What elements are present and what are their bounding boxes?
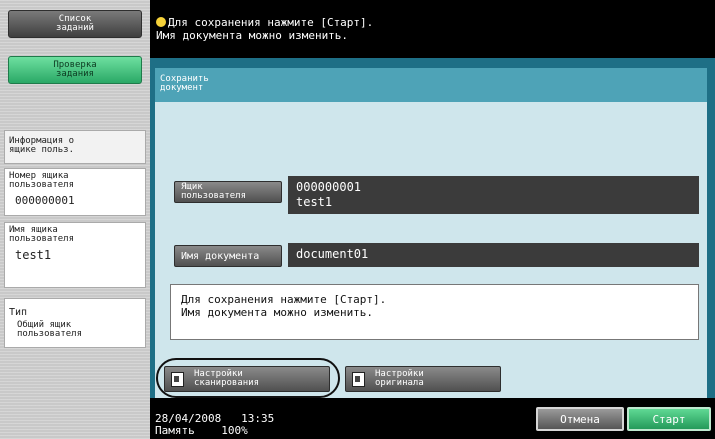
original-settings-label: Настройки оригинала: [375, 369, 424, 388]
document-name-field[interactable]: document01: [288, 243, 699, 267]
box-number-value: 000000001: [15, 194, 75, 207]
scan-settings-button[interactable]: Настройки сканирования: [164, 366, 330, 392]
check-job-button[interactable]: Проверка задания: [8, 56, 142, 84]
memory-value: 100%: [221, 424, 248, 437]
box-number-card: Номер ящика пользователя 000000001: [4, 168, 146, 216]
top-message-text: Для сохранения нажмите [Старт]. Имя доку…: [156, 16, 374, 42]
user-box-field: 000000001 test1: [288, 176, 699, 214]
box-name-value: test1: [15, 248, 52, 262]
scan-settings-icon: [171, 371, 184, 387]
document-name-button[interactable]: Имя документа: [174, 245, 282, 267]
panel-title: Сохранить документ: [155, 68, 707, 102]
user-box-info-heading: Информация о ящике польз.: [4, 130, 146, 164]
user-box-button[interactable]: Ящик пользователя: [174, 181, 282, 203]
start-button[interactable]: Старт: [627, 407, 711, 431]
top-message-bar: Для сохранения нажмите [Старт]. Имя доку…: [150, 0, 715, 58]
memory-label: Память: [155, 424, 195, 437]
box-type-card: Тип Общий ящик пользователя: [4, 298, 146, 348]
instruction-message: Для сохранения нажмите [Старт]. Имя доку…: [170, 284, 699, 340]
box-name-label: Имя ящика пользователя: [9, 225, 75, 244]
lightbulb-icon: [156, 17, 166, 27]
scan-settings-label: Настройки сканирования: [194, 369, 260, 388]
status-info: 28/04/2008 13:35 Память 100%: [155, 413, 274, 437]
box-name-card: Имя ящика пользователя test1: [4, 222, 146, 288]
box-number-label: Номер ящика пользователя: [9, 171, 75, 190]
jobs-list-button[interactable]: Список заданий: [8, 10, 142, 38]
cancel-button[interactable]: Отмена: [536, 407, 624, 431]
original-settings-button[interactable]: Настройки оригинала: [345, 366, 501, 392]
box-type-value: Общий ящик пользователя: [17, 320, 83, 339]
original-settings-icon: [352, 371, 365, 387]
box-type-label: Тип: [9, 307, 28, 318]
